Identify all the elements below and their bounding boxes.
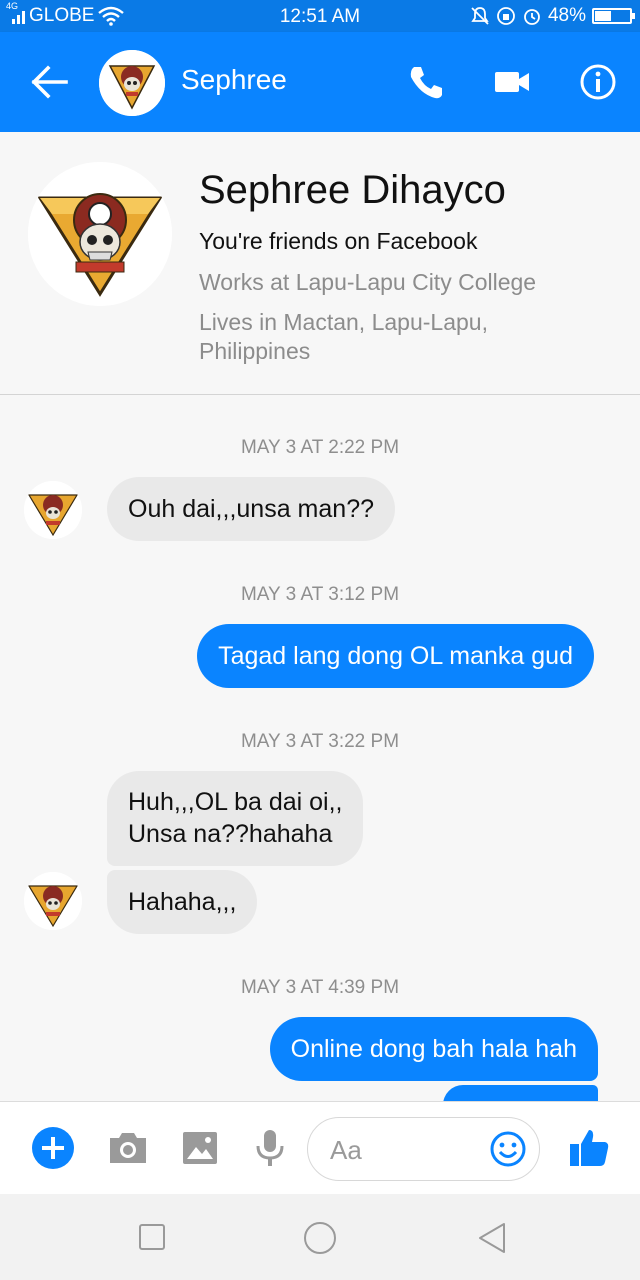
- back-arrow-icon[interactable]: [30, 64, 70, 100]
- home-circle-icon[interactable]: [303, 1221, 337, 1255]
- alarm-icon: [524, 9, 540, 25]
- message-list[interactable]: MAY 3 AT 2:22 PM Ouh dai,,,unsa man?? MA…: [0, 395, 640, 1101]
- contact-avatar[interactable]: [99, 50, 165, 116]
- skull-logo-icon: [28, 162, 172, 306]
- message-bubble-incoming[interactable]: Hahaha,,,: [107, 870, 258, 934]
- timestamp: MAY 3 AT 4:39 PM: [240, 977, 400, 998]
- contact-profile-card: Sephree Dihayco You're friends on Facebo…: [0, 132, 640, 395]
- info-icon[interactable]: [578, 62, 618, 102]
- message-bubble-outgoing[interactable]: Tagad lang dong OL manka gud: [197, 624, 594, 688]
- message-bubble-outgoing[interactable]: Online dong bah hala hah: [269, 1017, 598, 1081]
- battery-percent: 48%: [547, 5, 586, 26]
- sender-avatar[interactable]: [24, 872, 82, 930]
- skull-logo-icon: [99, 50, 165, 116]
- contact-name[interactable]: Sephree: [181, 64, 287, 96]
- timestamp: MAY 3 AT 2:22 PM: [240, 437, 400, 458]
- sender-avatar[interactable]: [24, 481, 82, 539]
- profile-work: Works at Lapu-Lapu City College: [199, 269, 537, 295]
- video-camera-icon[interactable]: [492, 62, 532, 102]
- status-bar: 4G GLOBE 12:51 AM 48%: [0, 0, 640, 32]
- message-input[interactable]: [328, 1130, 482, 1170]
- recents-square-icon[interactable]: [138, 1223, 166, 1251]
- message-input-wrapper[interactable]: [307, 1117, 540, 1181]
- data-saver-icon: [497, 7, 515, 25]
- bell-off-icon: [471, 7, 489, 25]
- battery-icon: [592, 8, 635, 24]
- back-triangle-icon[interactable]: [477, 1221, 507, 1255]
- gallery-icon[interactable]: [178, 1126, 222, 1170]
- profile-name: Sephree Dihayco: [199, 168, 506, 212]
- emoji-icon[interactable]: [489, 1130, 527, 1168]
- microphone-icon[interactable]: [248, 1126, 292, 1170]
- message-composer: [0, 1101, 640, 1195]
- status-right: 48%: [470, 5, 635, 27]
- phone-icon[interactable]: [406, 62, 446, 102]
- thumbs-up-icon[interactable]: [567, 1126, 611, 1170]
- friendship-status: You're friends on Facebook: [199, 228, 478, 254]
- message-bubble-incoming[interactable]: Ouh dai,,,unsa man??: [107, 477, 395, 541]
- message-bubble-outgoing-partial[interactable]: [443, 1085, 598, 1101]
- timestamp: MAY 3 AT 3:22 PM: [240, 731, 400, 752]
- profile-avatar[interactable]: [28, 162, 172, 306]
- timestamp: MAY 3 AT 3:12 PM: [240, 584, 400, 605]
- skull-logo-icon: [24, 872, 82, 930]
- profile-location: Lives in Mactan, Lapu-Lapu, Philippines: [199, 309, 488, 364]
- conversation-header: Sephree: [0, 32, 640, 132]
- system-navigation-bar: [0, 1194, 640, 1280]
- skull-logo-icon: [24, 481, 82, 539]
- plus-icon[interactable]: [31, 1126, 75, 1170]
- message-bubble-incoming[interactable]: Huh,,,OL ba dai oi,, Unsa na??hahaha: [107, 771, 364, 866]
- camera-icon[interactable]: [106, 1126, 150, 1170]
